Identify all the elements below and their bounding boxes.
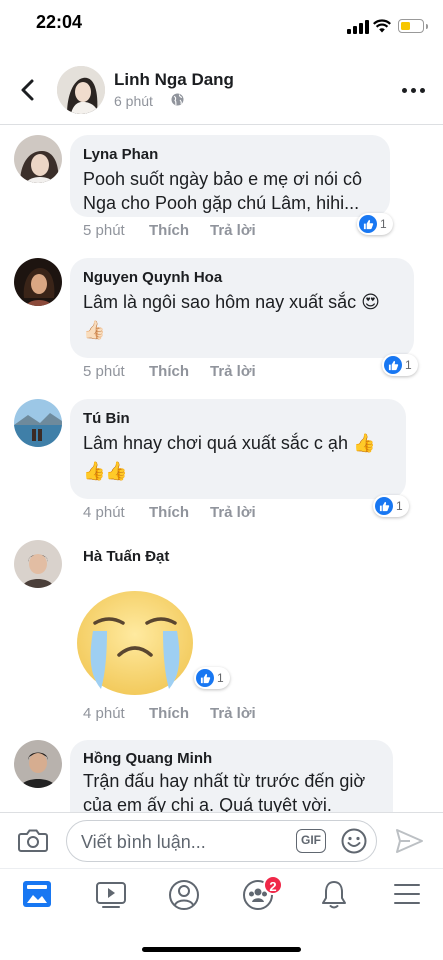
watch-video-icon: [96, 882, 126, 908]
comment-line: Nga cho Pooh gặp chú Lâm, hihi...: [83, 193, 360, 213]
reaction-count: 1: [405, 358, 412, 372]
commenter-avatar[interactable]: [14, 399, 62, 447]
more-options-icon[interactable]: [402, 85, 426, 95]
back-arrow-icon[interactable]: [14, 75, 44, 105]
reply-button[interactable]: Trả lời: [210, 705, 256, 722]
reaction-count: 1: [396, 499, 403, 513]
like-reaction-icon: [196, 669, 214, 687]
comment-item: Hồng Quang Minh Trận đấu hay nhất từ trư…: [0, 740, 443, 812]
like-button[interactable]: Thích: [149, 363, 189, 380]
comment-input-box[interactable]: GIF: [66, 820, 377, 862]
post-header: Linh Nga Dang 6 phút: [0, 55, 443, 125]
reaction-count: 1: [380, 217, 387, 231]
comment-input[interactable]: [81, 830, 291, 854]
send-icon[interactable]: [394, 826, 424, 856]
tab-news-feed[interactable]: [21, 879, 55, 911]
reply-button[interactable]: Trả lời: [210, 504, 256, 521]
comment-bubble[interactable]: Nguyen Quynh Hoa Lâm là ngôi sao hôm nay…: [70, 258, 414, 358]
comment-line: 👍👍: [83, 461, 128, 481]
status-bar: 22:04: [0, 0, 443, 48]
comment-line: Lâm là ngôi sao hôm nay xuất sắc 😍: [83, 292, 380, 312]
tab-menu[interactable]: [392, 879, 426, 911]
cellular-signal-icon: [347, 20, 369, 34]
like-reaction-icon: [359, 215, 377, 233]
commenter-name[interactable]: Hà Tuấn Đạt: [83, 548, 169, 565]
comment-text: Trận đấu hay nhất từ trước đến giờ của e…: [83, 769, 365, 812]
post-author-avatar[interactable]: [57, 66, 105, 114]
bottom-tab-bar: 2: [0, 868, 443, 960]
post-time: 6 phút: [114, 93, 153, 109]
post-author-name[interactable]: Linh Nga Dang: [114, 70, 234, 90]
comment-bubble[interactable]: Lyna Phan Pooh suốt ngày bảo e mẹ ơi nói…: [70, 135, 390, 217]
wifi-icon: [373, 19, 391, 33]
status-time: 22:04: [36, 12, 83, 32]
reply-button[interactable]: Trả lời: [210, 363, 256, 380]
comment-text: Pooh suốt ngày bảo e mẹ ơi nói cô Nga ch…: [83, 167, 362, 215]
comment-text: Lâm hnay chơi quá xuất sắc c ạh 👍 👍👍: [83, 431, 375, 483]
like-reaction-icon: [384, 356, 402, 374]
crying-face-sticker[interactable]: [75, 585, 195, 697]
reaction-summary[interactable]: 1: [382, 354, 418, 376]
like-button[interactable]: Thích: [149, 222, 189, 239]
comment-bubble[interactable]: Hồng Quang Minh Trận đấu hay nhất từ trư…: [70, 740, 393, 812]
comment-bubble[interactable]: Tú Bin Lâm hnay chơi quá xuất sắc c ạh 👍…: [70, 399, 406, 499]
reaction-summary[interactable]: 1: [194, 667, 230, 689]
comment-composer: GIF: [0, 812, 443, 868]
reaction-count: 1: [217, 671, 224, 685]
comment-time: 4 phút: [83, 705, 125, 722]
reply-button[interactable]: Trả lời: [210, 222, 256, 239]
camera-icon[interactable]: [18, 827, 48, 853]
comment-line: của em ấy chị ạ. Quá tuyệt vời.: [83, 795, 332, 812]
comment-line: 👍🏻: [83, 320, 106, 340]
reaction-summary[interactable]: 1: [357, 213, 393, 235]
commenter-name[interactable]: Nguyen Quynh Hoa: [83, 269, 222, 286]
hamburger-menu-icon: [394, 884, 420, 904]
profile-icon: [169, 880, 199, 910]
bell-icon: [322, 881, 346, 909]
commenter-avatar[interactable]: [14, 540, 62, 588]
comment-line: Trận đấu hay nhất từ trước đến giờ: [83, 771, 366, 791]
reaction-summary[interactable]: 1: [373, 495, 409, 517]
gif-icon[interactable]: GIF: [296, 829, 326, 853]
comment-time: 5 phút: [83, 222, 125, 239]
like-button[interactable]: Thích: [149, 504, 189, 521]
like-button[interactable]: Thích: [149, 705, 189, 722]
battery-icon: [398, 19, 428, 33]
comment-time: 5 phút: [83, 363, 125, 380]
tab-profile[interactable]: [168, 879, 202, 911]
comment-line: Lâm hnay chơi quá xuất sắc c ạh 👍: [83, 433, 376, 453]
tab-watch[interactable]: [95, 879, 129, 911]
comment-text: Lâm là ngôi sao hôm nay xuất sắc 😍 👍🏻: [83, 290, 380, 342]
emoji-picker-icon[interactable]: [341, 828, 367, 854]
news-feed-icon: [23, 881, 51, 907]
home-indicator: [142, 947, 301, 952]
commenter-avatar[interactable]: [14, 135, 62, 183]
tab-notifications[interactable]: [318, 879, 352, 911]
commenter-name[interactable]: Lyna Phan: [83, 146, 158, 163]
commenter-name[interactable]: Tú Bin: [83, 410, 130, 427]
commenter-name[interactable]: Hồng Quang Minh: [83, 750, 212, 767]
commenter-avatar[interactable]: [14, 258, 62, 306]
comment-time: 4 phút: [83, 504, 125, 521]
comment-line: Pooh suốt ngày bảo e mẹ ơi nói cô: [83, 169, 362, 189]
globe-icon: [171, 93, 184, 106]
groups-badge: 2: [263, 875, 283, 895]
like-reaction-icon: [375, 497, 393, 515]
commenter-avatar[interactable]: [14, 740, 62, 788]
